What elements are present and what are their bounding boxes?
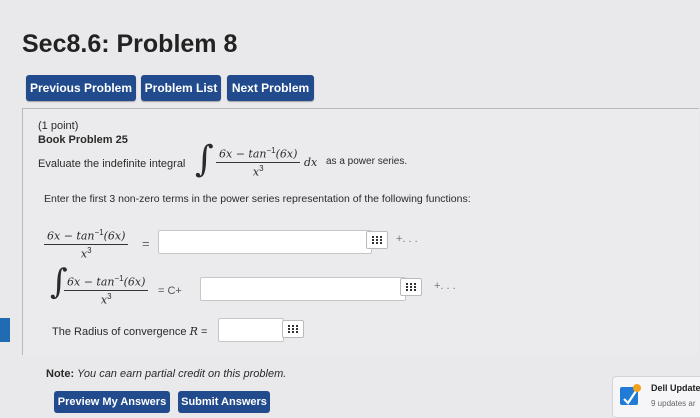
equals-c-plus: = C+ bbox=[158, 285, 182, 297]
inverse-exponent: −1 bbox=[266, 146, 276, 155]
integrand-argument: (6x) bbox=[275, 147, 298, 161]
series-equals: = bbox=[142, 236, 150, 251]
dell-update-toast[interactable]: Dell Update 9 updates ar bbox=[612, 376, 700, 418]
note: Note: You can earn partial credit on thi… bbox=[46, 368, 286, 380]
series-numerator: 6x − tan bbox=[47, 229, 95, 243]
series-denominator-exponent: 3 bbox=[87, 245, 92, 255]
next-problem-button[interactable]: Next Problem bbox=[227, 75, 314, 101]
equation-editor-icon-3[interactable] bbox=[282, 320, 304, 338]
toast-subtitle: 9 updates ar bbox=[651, 399, 696, 408]
integral-inverse-exponent: −1 bbox=[114, 274, 124, 283]
evaluate-label: Evaluate the indefinite integral bbox=[38, 158, 186, 170]
series-answer-input[interactable] bbox=[158, 230, 372, 254]
integral-answer-input[interactable] bbox=[200, 277, 406, 301]
previous-problem-button[interactable]: Previous Problem bbox=[26, 75, 136, 101]
toast-title: Dell Update bbox=[651, 383, 700, 393]
series-inverse-exponent: −1 bbox=[94, 228, 104, 237]
series-fraction: 6x − tan−1(6x) x3 bbox=[44, 228, 129, 260]
radius-answer-input[interactable] bbox=[218, 318, 284, 342]
integral-continuation: +. . . bbox=[434, 280, 456, 292]
note-text: You can earn partial credit on this prob… bbox=[77, 368, 287, 380]
series-continuation: +. . . bbox=[396, 233, 418, 245]
equation-editor-icon[interactable] bbox=[366, 231, 388, 249]
book-problem-label: Book Problem 25 bbox=[38, 134, 128, 146]
denominator-exponent: 3 bbox=[259, 163, 264, 173]
note-label: Note: bbox=[46, 368, 75, 380]
integral-argument: (6x) bbox=[123, 275, 146, 289]
problem-list-button[interactable]: Problem List bbox=[141, 75, 221, 101]
page-title: Sec8.6: Problem 8 bbox=[22, 30, 238, 58]
side-marker bbox=[0, 318, 10, 342]
integral-denominator-exponent: 3 bbox=[107, 291, 112, 301]
power-series-label: as a power series. bbox=[326, 156, 408, 167]
integral-numerator: 6x − tan bbox=[67, 275, 115, 289]
dell-update-icon bbox=[619, 383, 641, 407]
radius-label: The Radius of convergence R = bbox=[52, 325, 207, 338]
radius-variable: R bbox=[189, 325, 198, 338]
instruction-text: Enter the first 3 non-zero terms in the … bbox=[44, 193, 471, 205]
points-label: (1 point) bbox=[38, 120, 79, 132]
radius-equals: = bbox=[200, 326, 208, 338]
integrand-numerator: 6x − tan bbox=[219, 147, 267, 161]
integral-fraction: 6x − tan−1(6x) x3 bbox=[64, 274, 149, 306]
integral-sign: ∫ bbox=[195, 139, 214, 180]
series-argument: (6x) bbox=[103, 229, 126, 243]
dx-label: dx bbox=[304, 156, 318, 169]
integrand-fraction: 6x − tan−1(6x) x3 bbox=[216, 146, 301, 178]
equation-editor-icon-2[interactable] bbox=[400, 278, 422, 296]
radius-text: The Radius of convergence bbox=[52, 326, 187, 338]
